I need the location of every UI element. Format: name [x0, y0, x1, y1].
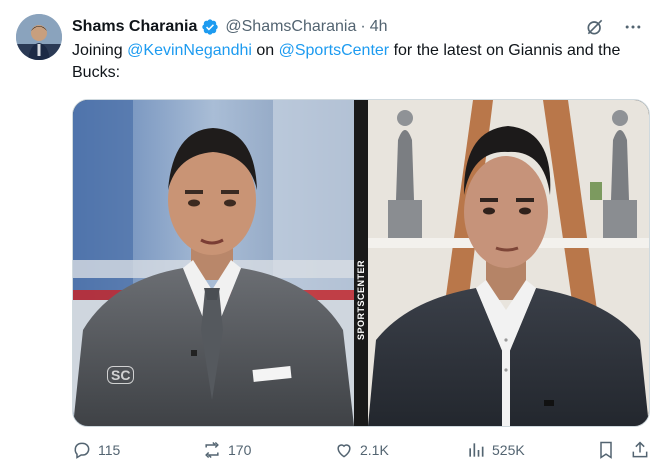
sportscenter-vertical-text: SPORTSCENTER: [356, 259, 366, 340]
separator-dot: ·: [360, 18, 366, 35]
mention-kevin-negandhi[interactable]: @KevinNegandhi: [127, 42, 252, 59]
retweet-count: 170: [228, 442, 252, 458]
reply-count: 115: [98, 442, 121, 458]
bookmark-button[interactable]: [596, 440, 622, 460]
views-button[interactable]: 525K: [466, 440, 525, 460]
grok-icon[interactable]: [584, 16, 606, 38]
retweet-icon: [205, 441, 219, 459]
retweet-button[interactable]: 170: [202, 440, 251, 460]
avatar[interactable]: [16, 14, 62, 60]
video-panel-anchor: SC: [73, 100, 354, 426]
views-icon: [469, 443, 484, 457]
mention-sportscenter[interactable]: @SportsCenter: [279, 42, 390, 59]
sc-logo: SC: [107, 366, 135, 384]
video-panel-reporter: [368, 100, 649, 426]
timestamp[interactable]: 4h: [370, 18, 388, 36]
like-count: 2.1K: [360, 442, 389, 458]
like-icon: [337, 444, 351, 458]
share-icon: [632, 441, 648, 458]
tweet-media-video[interactable]: SC SPORTSCENTER: [72, 99, 650, 427]
reply-icon: [74, 442, 90, 459]
tweet-actions: 115 170 2.1K 525K: [72, 438, 648, 462]
tweet-header: Shams Charania @ShamsCharania · 4h: [72, 16, 644, 38]
bookmark-icon: [600, 441, 612, 459]
share-button[interactable]: [630, 440, 656, 460]
like-button[interactable]: 2.1K: [334, 440, 389, 460]
text-mid: on: [251, 42, 279, 59]
views-count: 525K: [492, 442, 525, 458]
verified-icon: [201, 18, 219, 36]
author-handle[interactable]: @ShamsCharania: [225, 18, 356, 36]
more-icon[interactable]: [622, 16, 644, 38]
author-name[interactable]: Shams Charania: [72, 18, 197, 36]
text-prefix: Joining: [72, 42, 128, 59]
reply-button[interactable]: 115: [72, 440, 120, 460]
tweet-text: Joining @KevinNegandhi on @SportsCenter …: [72, 40, 642, 84]
